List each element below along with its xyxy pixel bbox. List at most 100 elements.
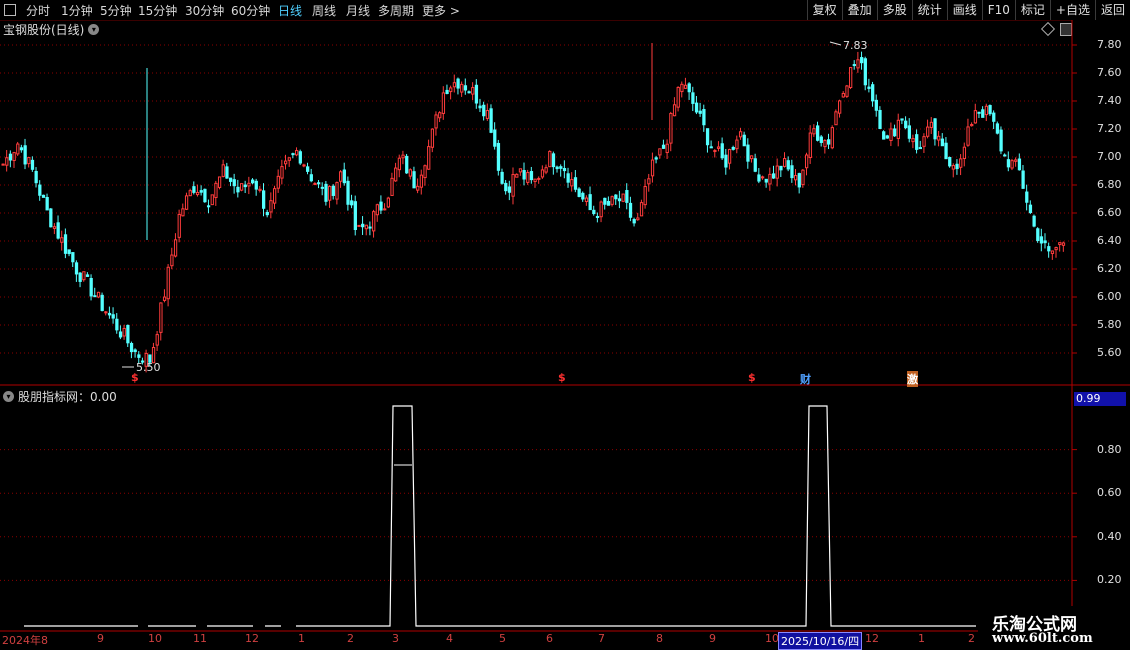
candle-body [581, 192, 585, 200]
date-tick-label: 6 [546, 632, 553, 645]
candle-body [52, 226, 57, 229]
candle-body [606, 200, 611, 206]
price-tick-label: 7.00 [1097, 150, 1122, 163]
date-tick-label: 11 [193, 632, 207, 645]
event-marker[interactable]: 财 [800, 371, 811, 387]
date-tick-label: 12 [865, 632, 879, 645]
candle-body [306, 166, 310, 172]
candle-body [30, 159, 35, 170]
candle-body [962, 146, 967, 160]
candle-body [907, 125, 912, 139]
candle-body [166, 266, 170, 300]
candle-body [537, 177, 541, 180]
candle-body [518, 168, 523, 173]
candle-body [588, 194, 592, 211]
candle-body [771, 173, 776, 179]
candle-body [261, 190, 266, 209]
candle-body [992, 112, 996, 122]
candle-body [265, 211, 269, 216]
candle-body [885, 135, 889, 139]
candle-body [760, 176, 765, 179]
candle-body [687, 83, 691, 93]
candle-body [863, 58, 867, 86]
candle-body [155, 334, 159, 346]
candle-body [309, 174, 313, 182]
candle-body [1003, 154, 1007, 157]
candle-body [691, 92, 695, 104]
candle-body [430, 128, 435, 148]
candle-body [852, 64, 856, 67]
candle-body [720, 143, 724, 159]
candle-body [680, 83, 684, 93]
candle-body [816, 125, 820, 141]
candle-body [929, 121, 934, 128]
candle-body [647, 178, 651, 185]
candle-body [764, 178, 768, 183]
candle-body [1061, 242, 1066, 246]
price-tick-label: 6.40 [1097, 234, 1122, 247]
candle-body [753, 158, 757, 172]
candle-body [221, 164, 225, 177]
candle-body [368, 226, 372, 229]
candle-body [379, 201, 383, 211]
candle-body [683, 84, 688, 89]
candle-body [386, 197, 391, 208]
candle-body [922, 136, 926, 147]
date-tick-label: 5 [499, 632, 506, 645]
candle-body [724, 154, 728, 168]
candle-body [669, 112, 673, 144]
candle-body [1021, 170, 1025, 189]
candle-body [122, 327, 126, 337]
candle-body [243, 184, 247, 188]
candle-body [291, 153, 295, 156]
candle-body [705, 128, 710, 146]
candle-body [478, 105, 482, 109]
indicator-line [24, 405, 976, 627]
kline-chart[interactable]: 5.50 7.83 [0, 0, 1130, 650]
candle-body [496, 142, 501, 171]
date-tick-label: 1 [918, 632, 925, 645]
candle-body [716, 146, 721, 149]
candle-body [313, 182, 317, 185]
candle-body [654, 157, 658, 160]
candle-body [482, 104, 486, 117]
candle-body [702, 109, 706, 126]
candle-body [500, 171, 504, 184]
candle-body [1025, 191, 1029, 203]
candle-body [650, 159, 655, 177]
candle-body [460, 83, 464, 93]
event-marker[interactable]: $ [131, 371, 139, 384]
price-tick-label: 7.80 [1097, 38, 1122, 51]
candle-body [41, 194, 46, 198]
candle-body [713, 150, 717, 153]
candle-body [933, 118, 937, 140]
price-tick-label: 6.00 [1097, 290, 1122, 303]
event-marker[interactable]: 激 [907, 371, 918, 387]
event-marker[interactable]: $ [558, 371, 566, 384]
candle-body [273, 188, 277, 204]
candle-body [74, 262, 79, 275]
candle-body [317, 182, 321, 185]
high-pointer [829, 41, 842, 46]
cursor-date-label: 2025/10/16/四 [778, 632, 863, 650]
candle-body [372, 211, 376, 232]
candle-body [408, 169, 413, 177]
candle-body [107, 312, 112, 316]
candle-body [232, 179, 236, 187]
candle-body [632, 219, 636, 224]
date-tick-label: 7 [598, 632, 605, 645]
candle-body [1058, 242, 1062, 246]
candle-body [951, 165, 956, 170]
candle-body [173, 239, 178, 257]
candle-body [1054, 247, 1058, 251]
candle-body [878, 109, 882, 129]
candle-body [871, 84, 875, 102]
price-tick-label: 7.40 [1097, 94, 1122, 107]
candle-body [999, 129, 1003, 152]
event-marker[interactable]: $ [748, 371, 756, 384]
candle-body [328, 185, 332, 201]
price-tick-label: 7.20 [1097, 122, 1122, 135]
price-tick-label: 7.60 [1097, 66, 1122, 79]
candle-body [617, 198, 622, 202]
indicator-tick-label: 0.40 [1097, 529, 1122, 543]
